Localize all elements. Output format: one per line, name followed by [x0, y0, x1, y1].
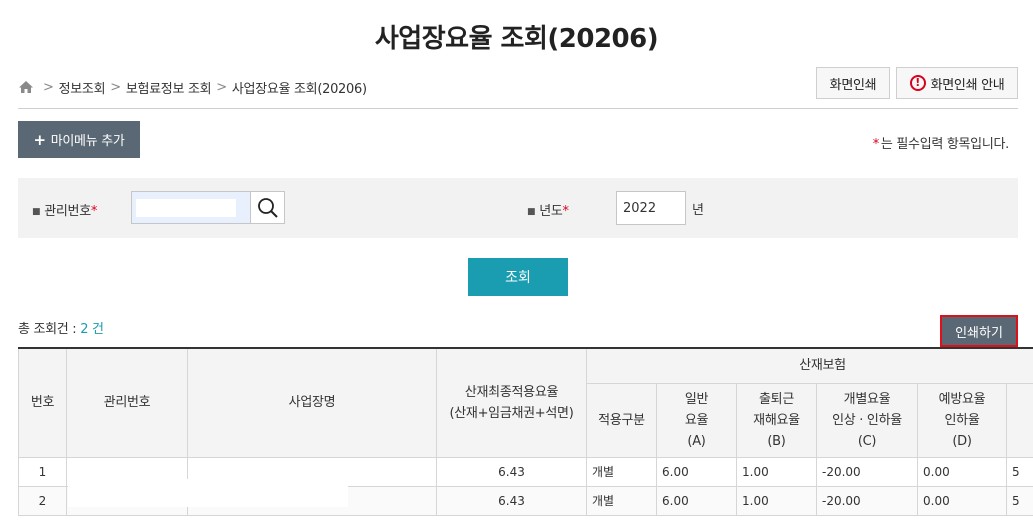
- add-mymenu-button[interactable]: + 마이메뉴 추가: [18, 121, 140, 158]
- search-panel: ■관리번호* ■년도* 년: [18, 178, 1018, 238]
- breadcrumb: > 정보조회 > 보험료정보 조회 > 사업장요율 조회(20206): [18, 78, 367, 97]
- header-line: 인상 · 인하율: [832, 412, 902, 428]
- header-line: 일반: [684, 391, 709, 407]
- header-line: 개별요율: [843, 391, 891, 407]
- search-button[interactable]: [250, 191, 285, 224]
- header-apply-type: 적용구분: [586, 382, 657, 458]
- print-button[interactable]: 인쇄하기: [940, 315, 1018, 347]
- total-count-value: 2 건: [80, 322, 104, 337]
- add-mymenu-label: 마이메뉴 추가: [50, 134, 125, 149]
- header-final-rate-line1: 산재최종적용요율: [464, 384, 559, 400]
- year-label: ■ 년도*: [527, 200, 569, 219]
- cell-final-rate: 6.43: [436, 456, 587, 487]
- required-star: *: [562, 204, 570, 219]
- header-no: 번호: [18, 347, 67, 458]
- cell-individual: -20.00: [816, 456, 918, 487]
- breadcrumb-item-info[interactable]: 정보조회: [59, 78, 106, 97]
- home-icon[interactable]: [18, 80, 34, 94]
- search-icon: [257, 197, 278, 218]
- bullet-icon: ■: [32, 206, 41, 217]
- cell-prevention: 0.00: [917, 485, 1007, 516]
- cell-apply-type: 개별: [586, 456, 657, 487]
- mgmt-no-value: [136, 199, 236, 217]
- cell-commute: 1.00: [736, 456, 817, 487]
- print-screen-button[interactable]: 화면인쇄: [816, 67, 890, 99]
- print-guide-label: 화면인쇄 안내: [930, 77, 1005, 93]
- breadcrumb-separator: >: [43, 79, 54, 95]
- breadcrumb-item-current: 사업장요율 조회(20206): [231, 81, 367, 97]
- header-line: (D): [952, 433, 972, 449]
- cell-no: 2: [18, 485, 67, 516]
- redaction-mask: [68, 479, 348, 507]
- mgmt-no-label: ■ 관리번호*: [32, 200, 97, 219]
- breadcrumb-separator: >: [216, 79, 227, 95]
- required-star: *: [872, 137, 880, 152]
- print-guide-button[interactable]: ! 화면인쇄 안내: [896, 67, 1018, 99]
- cell-final-rate: 6.43: [436, 485, 587, 516]
- cell-extra: 5: [1005, 456, 1033, 487]
- header-biz-name: 사업장명: [187, 347, 437, 458]
- year-unit: 년: [692, 203, 704, 218]
- query-button[interactable]: 조회: [468, 258, 568, 296]
- cell-no: 1: [18, 456, 67, 487]
- print-screen-label: 화면인쇄: [829, 77, 877, 93]
- header-group-industrial: 산재보험: [585, 347, 1033, 384]
- mgmt-no-input[interactable]: [131, 191, 251, 224]
- bullet-icon: ■: [527, 206, 536, 217]
- mgmt-no-label-text: 관리번호: [44, 204, 91, 219]
- cell-individual: -20.00: [816, 485, 918, 516]
- required-note: * 는 필수입력 항목입니다.: [872, 133, 1010, 152]
- header-line: (A): [687, 433, 706, 449]
- header-final-rate-line2: (산재+임금채권+석면): [449, 405, 574, 421]
- header-line: 예방요율: [938, 391, 986, 407]
- header-extra: [1005, 382, 1033, 458]
- header-mgmt-no: 관리번호: [66, 347, 188, 458]
- year-input[interactable]: [616, 191, 686, 225]
- header-final-rate: 산재최종적용요율 (산재+임금채권+석면): [436, 347, 587, 458]
- total-count: 총 조회건 : 2 건: [18, 318, 104, 337]
- breadcrumb-separator: >: [110, 79, 121, 95]
- header-line: 출퇴근: [759, 391, 794, 407]
- breadcrumb-item-premium-info[interactable]: 보험료정보 조회: [126, 78, 212, 97]
- header-general-rate: 일반 요율 (A): [656, 382, 737, 458]
- header-prevention-rate: 예방요율 인하율 (D): [917, 382, 1007, 458]
- cell-general: 6.00: [656, 485, 737, 516]
- header-divider: [18, 108, 1018, 109]
- page-title: 사업장요율 조회(20206): [374, 24, 659, 54]
- header-line: (C): [857, 433, 877, 449]
- header-line: 요율: [684, 412, 709, 428]
- total-count-prefix: 총 조회건 :: [18, 322, 81, 337]
- cell-commute: 1.00: [736, 485, 817, 516]
- header-line: 인하율: [944, 412, 980, 428]
- header-individual-rate: 개별요율 인상 · 인하율 (C): [816, 382, 918, 458]
- required-note-text: 는 필수입력 항목입니다.: [880, 137, 1009, 152]
- required-star: *: [90, 204, 98, 219]
- cell-prevention: 0.00: [917, 456, 1007, 487]
- year-label-text: 년도: [539, 204, 563, 219]
- cell-apply-type: 개별: [586, 485, 657, 516]
- cell-extra: 5: [1005, 485, 1033, 516]
- header-line: (B): [767, 433, 786, 449]
- plus-icon: +: [33, 130, 46, 149]
- header-commute-rate: 출퇴근 재해요율 (B): [736, 382, 817, 458]
- header-line: 재해요율: [753, 412, 800, 428]
- alert-icon: !: [909, 75, 926, 91]
- cell-general: 6.00: [656, 456, 737, 487]
- results-table-wrap: 번호 관리번호 사업장명 산재최종적용요율 (산재+임금채권+석면) 산재보험 …: [18, 347, 1033, 524]
